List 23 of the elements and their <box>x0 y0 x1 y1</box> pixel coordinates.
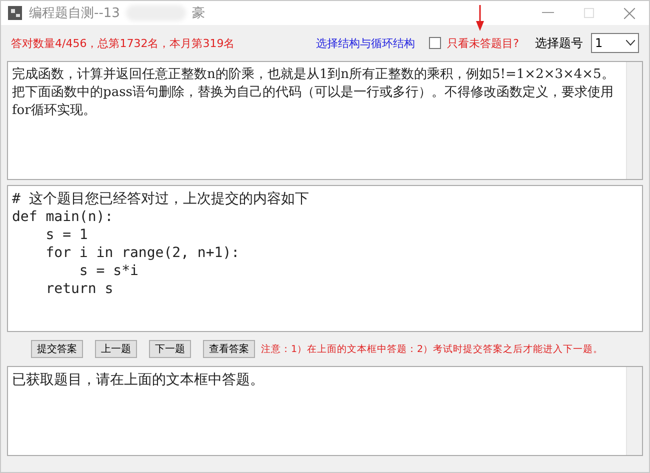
caret-icon <box>626 40 635 46</box>
action-button[interactable]: 下一题 <box>149 340 191 358</box>
question-select[interactable]: 1 <box>591 33 639 53</box>
action-button[interactable]: 查看答案 <box>203 340 255 358</box>
checkbox[interactable] <box>429 37 442 49</box>
action-button[interactable]: 上一题 <box>95 340 137 358</box>
action-button[interactable]: 提交答案 <box>31 340 83 358</box>
minimize-icon[interactable] <box>542 12 554 14</box>
checkbox-label: 只看未答题目? <box>447 36 519 50</box>
app-icon <box>7 5 23 21</box>
window-title: 编程题自测--13 <box>29 5 120 22</box>
score-text: 答对数量4/456，总第1732名，本月第319名 <box>11 36 235 50</box>
category-link[interactable]: 选择结构与循环结构 <box>316 36 416 50</box>
status-text: 已获取题目，请在上面的文本框中答题。 <box>11 371 265 390</box>
scrollbar[interactable] <box>626 367 642 455</box>
scrollbar[interactable] <box>626 62 642 179</box>
question-text: 完成函数，计算并返回任意正整数n的阶乘，也就是从1到n所有正整数的乘积，例如5!=1×2×3×4×5。把下面函数中的pass语句删除，替换为自己的代码（可以是一行或多行）。不得修改函数定义，要求使用for循环实现。 <box>11 66 616 120</box>
arrow-icon <box>475 5 485 31</box>
window-title: 豪 <box>192 5 205 22</box>
notice-text: 注意：1）在上面的文本框中答题：2）考试时提交答案之后才能进入下一题。 <box>261 342 604 356</box>
code-editor[interactable]: # 这个题目您已经答对过，上次提交的内容如下 def main(n): s = 1 for i in range(2, n+1): s = s*i return s <box>8 186 642 331</box>
select-label: 选择题号 <box>535 34 583 52</box>
close-icon[interactable] <box>624 8 635 18</box>
